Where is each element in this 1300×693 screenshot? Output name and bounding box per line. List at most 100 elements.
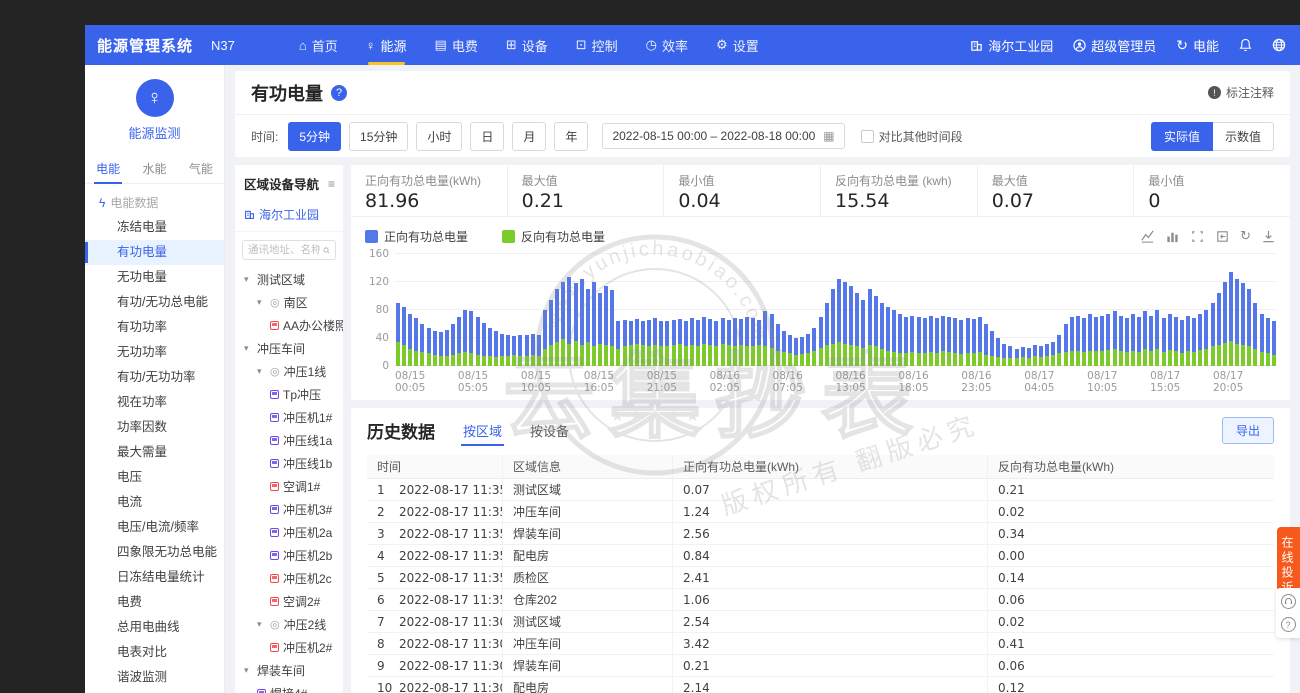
sidebar-item-最大需量[interactable]: 最大需量 bbox=[85, 440, 224, 465]
nav-item-设备[interactable]: ⊞设备 bbox=[492, 25, 562, 65]
tree-node-冲压机2b[interactable]: 冲压机2b bbox=[235, 544, 343, 567]
zoom-select-icon[interactable] bbox=[1190, 229, 1205, 244]
history-tab-按设备[interactable]: 按设备 bbox=[528, 417, 571, 444]
sidebar-item-电压[interactable]: 电压 bbox=[85, 465, 224, 490]
nav-item-控制[interactable]: ⊡控制 bbox=[562, 25, 632, 65]
tree-node-空调2#[interactable]: 空调2# bbox=[235, 590, 343, 613]
tree-node-测试区域[interactable]: ▾测试区域 bbox=[235, 268, 343, 291]
table-row[interactable]: 52022-08-17 11:35质检区2.410.14 bbox=[367, 567, 1274, 589]
download-icon[interactable] bbox=[1261, 229, 1276, 244]
nav-item-首页[interactable]: ⌂首页 bbox=[285, 25, 352, 65]
granularity-5分钟[interactable]: 5分钟 bbox=[288, 122, 341, 151]
granularity-日[interactable]: 日 bbox=[470, 122, 504, 151]
cell-region: 焊装车间 bbox=[503, 523, 673, 544]
tree-node-冲压1线[interactable]: ▾◎冲压1线 bbox=[235, 360, 343, 383]
tab-水能[interactable]: 水能 bbox=[140, 154, 168, 183]
nav-item-效率[interactable]: ◷效率 bbox=[632, 25, 702, 65]
sidebar-item-功率因数[interactable]: 功率因数 bbox=[85, 415, 224, 440]
tree-node-空调1#[interactable]: 空调1# bbox=[235, 475, 343, 498]
restore-icon[interactable]: ↻ bbox=[1240, 228, 1251, 244]
tree-node-冲压线1a[interactable]: 冲压线1a bbox=[235, 429, 343, 452]
tree-node-冲压机2#[interactable]: 冲压机2# bbox=[235, 636, 343, 659]
sidebar-item-谐波监测[interactable]: 谐波监测 bbox=[85, 665, 224, 690]
tree-node-冲压机1#[interactable]: 冲压机1# bbox=[235, 406, 343, 429]
zoom-reset-icon[interactable] bbox=[1215, 229, 1230, 244]
tree-node-AA办公楼照...[interactable]: AA办公楼照... bbox=[235, 314, 343, 337]
granularity-年[interactable]: 年 bbox=[554, 122, 588, 151]
table-row[interactable]: 72022-08-17 11:30测试区域2.540.02 bbox=[367, 611, 1274, 633]
sidebar-item-有功电量[interactable]: 有功电量 bbox=[85, 240, 224, 265]
tree-node-冲压2线[interactable]: ▾◎冲压2线 bbox=[235, 613, 343, 636]
annotate-button[interactable]: ! 标注注释 bbox=[1208, 84, 1274, 101]
sidebar-item-无功功率[interactable]: 无功功率 bbox=[85, 340, 224, 365]
sidebar-item-总用电曲线[interactable]: 总用电曲线 bbox=[85, 615, 224, 640]
language-button[interactable] bbox=[1272, 38, 1286, 52]
notifications-button[interactable] bbox=[1239, 38, 1252, 52]
customer-service-icon[interactable] bbox=[1281, 594, 1296, 609]
tree-search-input[interactable] bbox=[248, 244, 320, 256]
bell-icon bbox=[1239, 38, 1252, 52]
nav-item-电费[interactable]: ▤电费 bbox=[421, 25, 492, 65]
tree-node-焊接4#[interactable]: 焊接4# bbox=[235, 682, 343, 693]
sidebar-item-电压/电流/频率[interactable]: 电压/电流/频率 bbox=[85, 515, 224, 540]
park-selector[interactable]: 海尔工业园 bbox=[970, 36, 1053, 55]
sidebar-item-冻结电量[interactable]: 冻结电量 bbox=[85, 215, 224, 240]
tree-node-南区[interactable]: ▾◎南区 bbox=[235, 291, 343, 314]
user-menu[interactable]: 超级管理员 bbox=[1073, 36, 1156, 55]
mode-实际值[interactable]: 实际值 bbox=[1151, 122, 1213, 151]
table-row[interactable]: 82022-08-17 11:30冲压车间3.420.41 bbox=[367, 633, 1274, 655]
tree-root-node[interactable]: 海尔工业园 bbox=[235, 200, 343, 232]
line-chart-icon[interactable] bbox=[1140, 229, 1155, 244]
search-icon[interactable] bbox=[323, 245, 330, 256]
tree-node-冲压车间[interactable]: ▾冲压车间 bbox=[235, 337, 343, 360]
bar-chart-icon[interactable] bbox=[1165, 229, 1180, 244]
table-row[interactable]: 12022-08-17 11:35测试区域0.070.21 bbox=[367, 479, 1274, 501]
table-row[interactable]: 62022-08-17 11:35仓库2021.060.06 bbox=[367, 589, 1274, 611]
sidebar-item-有功功率[interactable]: 有功功率 bbox=[85, 315, 224, 340]
sidebar-item-有功/无功功率[interactable]: 有功/无功功率 bbox=[85, 365, 224, 390]
tab-电能[interactable]: 电能 bbox=[94, 154, 122, 183]
tree-node-冲压机2c[interactable]: 冲压机2c bbox=[235, 567, 343, 590]
sidebar-item-四象限无功总电能[interactable]: 四象限无功总电能 bbox=[85, 540, 224, 565]
reverse-bar bbox=[794, 355, 798, 366]
tree-node-冲压机2a[interactable]: 冲压机2a bbox=[235, 521, 343, 544]
sidebar-item-电表对比[interactable]: 电表对比 bbox=[85, 640, 224, 665]
meter-icon bbox=[270, 551, 279, 560]
chart-plot[interactable]: 04080120160 bbox=[395, 254, 1276, 366]
help-circle-icon[interactable]: ? bbox=[1281, 617, 1296, 632]
tree-node-冲压机3#[interactable]: 冲压机3# bbox=[235, 498, 343, 521]
sidebar-item-有功/无功总电能[interactable]: 有功/无功总电能 bbox=[85, 290, 224, 315]
table-row[interactable]: 102022-08-17 11:30配电房2.140.12 bbox=[367, 677, 1274, 693]
tree-node-冲压线1b[interactable]: 冲压线1b bbox=[235, 452, 343, 475]
energy-mode-switch[interactable]: ↻ 电能 bbox=[1176, 36, 1219, 55]
date-range-picker[interactable]: 2022-08-15 00:00 – 2022-08-18 00:00 ▦ bbox=[602, 123, 844, 149]
nav-item-设置[interactable]: ⚙设置 bbox=[702, 25, 773, 65]
sidebar-item-视在功率[interactable]: 视在功率 bbox=[85, 390, 224, 415]
sidebar-item-电流[interactable]: 电流 bbox=[85, 490, 224, 515]
sidebar-item-电费[interactable]: 电费 bbox=[85, 590, 224, 615]
granularity-月[interactable]: 月 bbox=[512, 122, 546, 151]
reverse-bar bbox=[1266, 353, 1270, 366]
sidebar-item-无功电量[interactable]: 无功电量 bbox=[85, 265, 224, 290]
table-row[interactable]: 92022-08-17 11:30焊装车间0.210.06 bbox=[367, 655, 1274, 677]
mode-示数值[interactable]: 示数值 bbox=[1213, 122, 1274, 151]
sidebar-item-日冻结电量统计[interactable]: 日冻结电量统计 bbox=[85, 565, 224, 590]
nav-item-能源[interactable]: ♀能源 bbox=[352, 25, 421, 65]
help-icon[interactable]: ? bbox=[331, 85, 347, 101]
table-row[interactable]: 22022-08-17 11:35冲压车间1.240.02 bbox=[367, 501, 1274, 523]
legend-反向有功总电量[interactable]: 反向有功总电量 bbox=[502, 228, 605, 245]
granularity-15分钟[interactable]: 15分钟 bbox=[349, 122, 408, 151]
reverse-bar bbox=[861, 348, 865, 366]
export-button[interactable]: 导出 bbox=[1222, 417, 1274, 444]
tree-node-焊装车间[interactable]: ▾焊装车间 bbox=[235, 659, 343, 682]
table-row[interactable]: 42022-08-17 11:35配电房0.840.00 bbox=[367, 545, 1274, 567]
tab-气能[interactable]: 气能 bbox=[187, 154, 215, 183]
granularity-小时[interactable]: 小时 bbox=[416, 122, 462, 151]
collapse-icon[interactable]: ≡ bbox=[328, 177, 335, 191]
tree-node-Tp冲压[interactable]: Tp冲压 bbox=[235, 383, 343, 406]
legend-正向有功总电量[interactable]: 正向有功总电量 bbox=[365, 228, 468, 245]
compare-checkbox[interactable]: 对比其他时间段 bbox=[861, 128, 963, 145]
reverse-bar bbox=[1002, 358, 1006, 366]
table-row[interactable]: 32022-08-17 11:35焊装车间2.560.34 bbox=[367, 523, 1274, 545]
history-tab-按区域[interactable]: 按区域 bbox=[461, 417, 504, 444]
